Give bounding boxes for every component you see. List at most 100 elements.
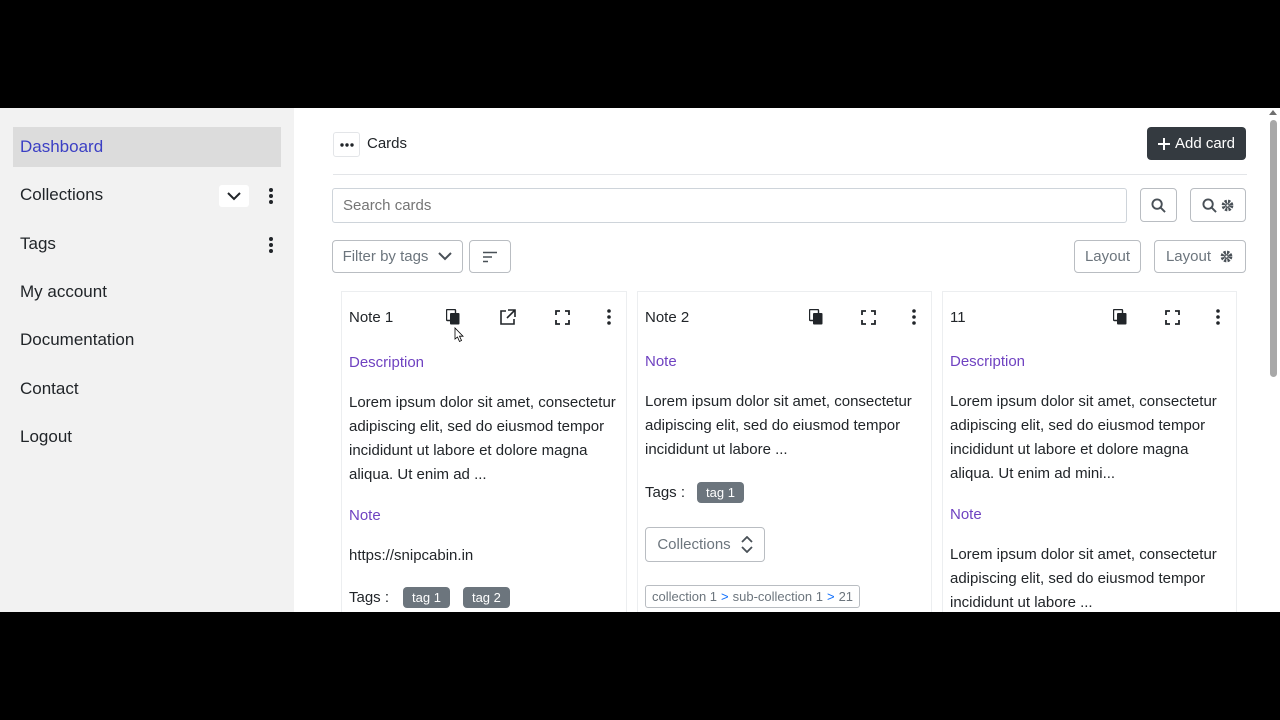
copy-icon	[809, 309, 823, 325]
more-vertical-icon	[607, 309, 611, 325]
sidebar-item-label: Logout	[20, 427, 72, 446]
card-note: https://snipcabin.in	[349, 547, 474, 564]
fullscreen-card-button[interactable]	[553, 308, 571, 326]
sidebar-item-dashboard[interactable]: Dashboard	[13, 127, 281, 167]
layout-settings-label: Layout	[1165, 248, 1212, 265]
collections-dropdown-label: Collections	[657, 536, 731, 553]
copy-card-button[interactable]	[444, 308, 462, 326]
sidebar-item-label: Dashboard	[20, 137, 104, 156]
copy-card-button[interactable]	[807, 308, 825, 326]
copy-card-button[interactable]	[1111, 308, 1129, 326]
card-section-title: Note	[950, 506, 982, 523]
mouse-cursor-icon	[454, 327, 464, 343]
plus-icon	[1157, 137, 1170, 150]
card-menu-button[interactable]	[1209, 308, 1227, 326]
tags-label: Tags :	[645, 484, 686, 501]
page-scrollbar[interactable]	[1266, 108, 1280, 612]
more-vertical-icon	[269, 188, 273, 204]
filter-by-tags-label: Filter by tags	[342, 248, 429, 265]
collections-menu-button[interactable]	[262, 185, 280, 207]
header-divider	[333, 174, 1247, 175]
more-vertical-icon	[912, 309, 916, 325]
collection-path-separator: >	[721, 589, 729, 604]
chevron-down-icon	[438, 252, 453, 261]
sidebar-item-documentation[interactable]: Documentation	[13, 320, 281, 360]
open-card-button[interactable]	[498, 308, 516, 326]
collection-path[interactable]: collection 1 > sub-collection 1 > 21	[645, 585, 861, 608]
search-icon	[1151, 197, 1166, 213]
fullscreen-icon	[1164, 309, 1180, 325]
card-tags: Tags : tag 1 tag 2	[349, 587, 510, 608]
card-title: 11	[950, 309, 966, 326]
add-card-button[interactable]: Add card	[1147, 127, 1246, 160]
breadcrumb: Cards	[367, 135, 408, 152]
more-horizontal-icon	[339, 142, 354, 147]
card: 11 Description Lorem ipsum dolor sit ame…	[942, 291, 1237, 612]
tags-label: Tags :	[349, 589, 390, 606]
card-section-title: Note	[349, 507, 381, 524]
sidebar-item-contact[interactable]: Contact	[13, 369, 281, 409]
tags-menu-button[interactable]	[262, 234, 280, 256]
fullscreen-icon	[860, 309, 876, 325]
collection-path-part: 21	[838, 589, 854, 604]
collection-path-part: collection 1	[652, 589, 718, 604]
sidebar-item-label: Tags	[20, 234, 56, 253]
card: Note 1 Description Lorem ipsum dolor sit…	[341, 291, 627, 612]
layout-settings-button[interactable]: Layout	[1154, 240, 1246, 273]
collection-path-part: sub-collection 1	[732, 589, 823, 604]
search-settings-button[interactable]	[1190, 188, 1246, 222]
collections-expand-button[interactable]	[219, 185, 249, 207]
copy-icon	[446, 309, 460, 325]
sidebar: Dashboard Collections Tags My account Do…	[0, 108, 294, 612]
search-icon	[1201, 197, 1217, 213]
chevron-down-icon	[227, 191, 241, 200]
sidebar-item-my-account[interactable]: My account	[13, 272, 281, 312]
card-tags: Tags : tag 1	[645, 482, 744, 503]
search-button[interactable]	[1140, 188, 1177, 222]
breadcrumb-more-button[interactable]	[333, 132, 360, 157]
card-menu-button[interactable]	[600, 308, 618, 326]
collection-path-separator: >	[826, 589, 835, 604]
sort-icon	[483, 251, 497, 262]
sidebar-item-label: Documentation	[20, 330, 135, 349]
copy-icon	[1113, 309, 1127, 325]
card-description: Lorem ipsum dolor sit amet, consectetur …	[950, 393, 1217, 482]
card-description: Lorem ipsum dolor sit amet, consectetur …	[349, 394, 616, 483]
filter-by-tags-dropdown[interactable]: Filter by tags	[332, 240, 463, 273]
card: Note 2 Note Lorem ipsum dolor sit amet, …	[637, 291, 932, 612]
fullscreen-card-button[interactable]	[1163, 308, 1181, 326]
scrollbar-thumb[interactable]	[1270, 120, 1277, 377]
sidebar-item-label: Collections	[20, 185, 104, 204]
card-title: Note 2	[645, 309, 690, 326]
chevron-updown-icon	[741, 536, 753, 553]
layout-button[interactable]: Layout	[1074, 240, 1141, 273]
fullscreen-card-button[interactable]	[859, 308, 877, 326]
collections-dropdown[interactable]: Collections	[645, 527, 765, 562]
card-section-title: Description	[950, 353, 1026, 370]
external-link-icon	[499, 308, 516, 325]
scroll-up-arrow-icon	[1269, 110, 1277, 115]
sidebar-item-logout[interactable]: Logout	[13, 417, 281, 457]
search-input[interactable]	[332, 188, 1127, 223]
gear-icon	[1220, 250, 1233, 263]
layout-label: Layout	[1084, 248, 1131, 265]
card-menu-button[interactable]	[905, 308, 923, 326]
more-vertical-icon	[269, 237, 273, 253]
sidebar-item-label: My account	[20, 282, 107, 301]
add-card-label: Add card	[1174, 135, 1236, 152]
fullscreen-icon	[554, 309, 570, 325]
more-vertical-icon	[1216, 309, 1220, 325]
tag-badge[interactable]: tag 1	[403, 587, 450, 608]
card-title: Note 1	[349, 309, 394, 326]
card-note: Lorem ipsum dolor sit amet, consectetur …	[645, 393, 912, 458]
app-viewport: Dashboard Collections Tags My account Do…	[0, 108, 1280, 612]
main-content: Cards Add card Filter by tags Layout Lay…	[294, 108, 1280, 612]
card-section-title: Note	[645, 353, 677, 370]
sort-button[interactable]	[469, 240, 511, 273]
tag-badge[interactable]: tag 2	[462, 587, 510, 608]
tag-badge[interactable]: tag 1	[697, 482, 744, 503]
card-section-title: Description	[349, 354, 425, 371]
gear-icon	[1221, 199, 1233, 211]
sidebar-item-tags[interactable]: Tags	[13, 224, 281, 264]
sidebar-item-label: Contact	[20, 379, 79, 398]
